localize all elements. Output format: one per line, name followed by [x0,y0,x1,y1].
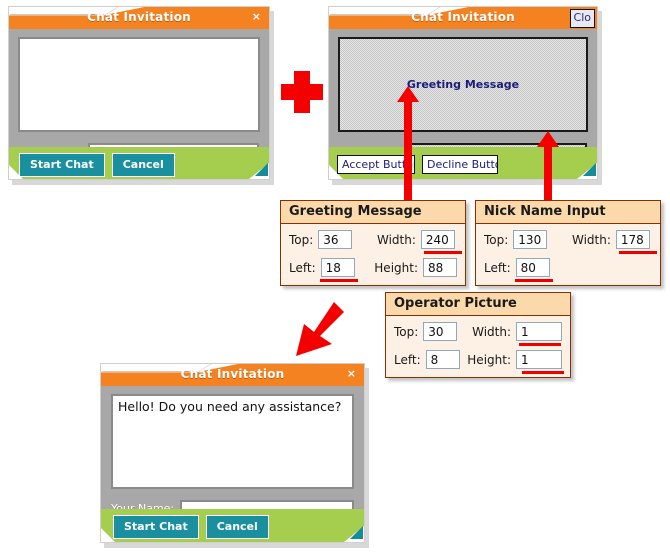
field-label: Top: [394,324,419,339]
close-icon[interactable]: × [252,11,261,23]
arrowhead [397,86,419,102]
field-value[interactable]: 240 [420,230,455,249]
field-value[interactable]: 1 [516,350,562,369]
panel-row: Top: 30 Width: 1 [394,322,562,346]
panel-fields: Top: 36 Width: 240 Left: 18 Height: 88 [281,224,465,285]
field-label: Width: [377,232,416,247]
panel-greeting-message: Greeting Message Top: 36 Width: 240 Left… [280,200,466,286]
plus-icon [281,71,323,113]
field-label: Left: [484,260,511,275]
field-label: Top: [484,232,509,247]
cancel-button[interactable]: Cancel [111,153,175,177]
resize-grip-icon[interactable] [583,163,596,176]
close-button[interactable]: Clo [569,9,595,28]
highlight-underline [320,279,358,282]
highlight-underline [515,279,553,282]
field-top: Top: 30 [394,322,472,341]
field-width: Width: 1 [472,322,562,346]
window-footer: Start Chat Cancel [101,509,364,542]
resize-grip-icon[interactable] [255,163,268,176]
field-value[interactable]: 8 [425,350,460,369]
window-body: Chat Invitation × Your Name: Start Chat … [8,6,270,180]
arrowhead-polygon [296,302,344,356]
field-height: Height: 1 [467,350,565,374]
decline-button[interactable]: Decline Butto [422,155,498,174]
highlight-underline [522,371,565,374]
field-left: Left: 8 [394,350,467,369]
field-label: Width: [472,324,511,339]
window-footer: Start Chat Cancel [9,147,269,179]
field-label: Height: [374,260,418,275]
field-label: Left: [289,260,316,275]
titlebar: Chat Invitation × [9,7,269,29]
titlebar: Chat Invitation Clo [329,7,597,29]
field-value[interactable]: 88 [423,258,457,277]
field-value[interactable]: 80 [515,258,550,277]
footer-buttons: Start Chat Cancel [113,515,269,539]
highlight-underline [619,251,657,254]
field-value[interactable]: 36 [318,230,353,249]
titlebar: Chat Invitation × [101,364,364,386]
window-content: Your Name: [9,29,269,160]
field-value[interactable]: 178 [615,230,650,249]
panel-row: Left: 8 Height: 1 [394,350,565,374]
field-top: Top: 36 [289,230,377,249]
panel-fields: Top: 30 Width: 1 Left: 8 Height: 1 [386,316,570,377]
panel-title: Operator Picture [386,293,570,316]
resize-grip-icon[interactable] [350,526,363,539]
window-title: Chat Invitation [411,10,515,24]
field-top: Top: 130 [484,230,572,249]
window-body: Chat Invitation × Hello! Do you need any… [100,363,365,543]
start-chat-button[interactable]: Start Chat [113,515,199,539]
field-left: Left: 18 [289,258,374,282]
highlight-underline [424,251,462,254]
arrowhead [537,131,559,147]
greeting-message-box[interactable] [18,37,260,132]
field-value[interactable]: 18 [320,258,355,277]
field-value[interactable]: 30 [423,322,458,341]
arrow-up-nickname [536,131,560,206]
field-width: Width: 240 [377,230,462,254]
greeting-message-text[interactable]: Hello! Do you need any assistance? [111,394,354,489]
window-content: Hello! Do you need any assistance? Your … [101,386,364,517]
panel-title: Greeting Message [281,201,465,224]
chat-window-empty: Chat Invitation × Your Name: Start Chat … [8,6,274,185]
field-left: Left: 80 [484,258,572,282]
panel-title: Nick Name Input [476,201,660,224]
highlight-underline [519,343,562,346]
window-title: Chat Invitation [180,367,285,381]
arrow-up-greeting [396,86,420,206]
chat-window-result: Chat Invitation × Hello! Do you need any… [100,363,369,548]
arrow-shaft [544,146,552,206]
field-value[interactable]: 1 [516,322,562,341]
plus-bar-vertical [294,71,310,113]
panel-fields: Top: 130 Width: 178 Left: 80 [476,224,660,285]
greeting-message-placeholder[interactable]: Greeting Message [338,37,588,132]
arrow-shaft [404,101,412,206]
panel-operator-picture: Operator Picture Top: 30 Width: 1 Left: … [385,292,571,378]
panel-row: Top: 36 Width: 240 [289,230,462,254]
cancel-button[interactable]: Cancel [205,515,269,539]
footer-buttons: Start Chat Cancel [19,153,175,177]
start-chat-button[interactable]: Start Chat [19,153,105,177]
field-width: Width: 178 [572,230,657,254]
field-label: Width: [572,232,611,247]
field-label: Left: [394,352,421,367]
panel-row: Top: 130 Width: 178 [484,230,657,254]
field-height: Height: 88 [374,258,457,277]
field-label: Top: [289,232,314,247]
panel-row: Left: 80 [484,258,652,282]
field-label: Height: [467,352,511,367]
panel-nick-name-input: Nick Name Input Top: 130 Width: 178 Left… [475,200,661,286]
window-title: Chat Invitation [87,10,191,24]
close-icon[interactable]: × [347,368,356,380]
field-value[interactable]: 130 [513,230,548,249]
arrow-diagonal-result [296,302,344,356]
panel-row: Left: 18 Height: 88 [289,258,457,282]
window-content: Greeting Message Your Name: Nick Name In… [329,29,597,160]
